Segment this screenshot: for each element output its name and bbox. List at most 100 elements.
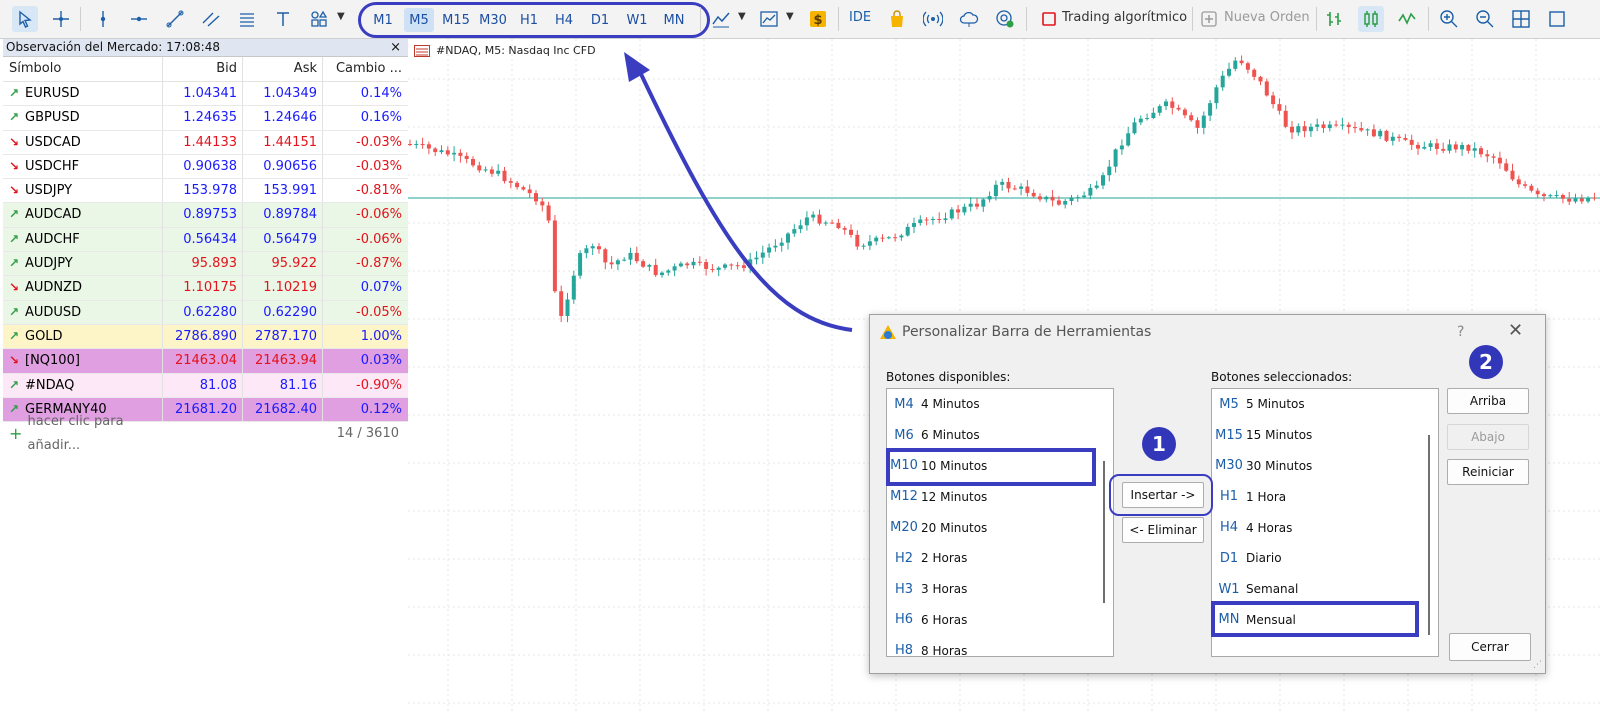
list-item[interactable]: H3 3 Horas (887, 574, 1113, 605)
tile-windows-icon[interactable] (1508, 6, 1534, 32)
list-item[interactable]: M20 20 Minutos (887, 512, 1113, 543)
market-watch-row[interactable]: ↘ USDCHF 0.90638 0.90656 -0.03% (3, 154, 409, 180)
list-item[interactable]: H2 2 Horas (887, 543, 1113, 574)
market-watch-row[interactable]: ↗ GBPUSD 1.24635 1.24646 0.16% (3, 106, 409, 131)
candle-body (981, 199, 986, 207)
more-tools-icon[interactable] (1544, 6, 1570, 32)
bid-value: 21681.20 (163, 397, 243, 422)
close-button[interactable]: Cerrar (1449, 633, 1531, 661)
market-watch-row[interactable]: ↗ AUDJPY 95.893 95.922 -0.87% (3, 252, 409, 277)
shapes-icon[interactable] (306, 6, 332, 32)
horizontal-line-icon[interactable] (126, 6, 152, 32)
symbol-cell: ↘ [NQ100] (3, 349, 163, 373)
timeframe-m1[interactable]: M1 (369, 8, 397, 32)
network-globe-icon[interactable] (992, 6, 1018, 32)
candle-body (1460, 144, 1465, 150)
market-watch-row[interactable]: ↘ USDJPY 153.978 153.991 -0.81% (3, 179, 409, 204)
timeframe-m30[interactable]: M30 (476, 8, 510, 32)
column-symbol[interactable]: Símbolo (3, 57, 163, 81)
market-watch-row[interactable]: ↗ AUDCAD 0.89753 0.89784 -0.06% (3, 203, 409, 228)
column-change[interactable]: Cambio ... (323, 57, 408, 81)
market-watch-row[interactable]: ↗ EURUSD 1.04341 1.04349 0.14% (3, 82, 409, 107)
list-item[interactable]: H6 6 Horas (887, 605, 1113, 636)
selected-scrollbar[interactable] (1428, 435, 1430, 635)
zoom-in-icon[interactable] (1436, 6, 1462, 32)
candlestick-icon[interactable] (1358, 6, 1384, 32)
vps-cloud-icon[interactable] (956, 6, 982, 32)
symbol-cell: ↘ USDCAD (3, 130, 163, 154)
down-button[interactable]: Abajo (1447, 424, 1529, 450)
list-item[interactable]: M15 15 Minutos (1212, 420, 1438, 451)
new-order-icon[interactable] (1196, 6, 1222, 32)
remove-button[interactable]: <- Eliminar (1122, 517, 1204, 543)
vertical-line-icon[interactable] (90, 6, 116, 32)
list-item[interactable]: M30 30 Minutos (1212, 451, 1438, 482)
chart-template-icon[interactable] (756, 6, 782, 32)
algo-trading-icon[interactable] (1036, 6, 1062, 32)
channel-icon[interactable] (198, 6, 224, 32)
add-symbol-label[interactable]: hacer clic para añadir... (28, 410, 169, 458)
market-watch-row[interactable]: ↘ USDCAD 1.44133 1.44151 -0.03% (3, 130, 409, 155)
zoom-out-icon[interactable] (1472, 6, 1498, 32)
change-value: -0.05% (356, 304, 402, 320)
ide-button[interactable]: IDE (849, 10, 871, 25)
help-icon[interactable]: ? (1457, 324, 1464, 340)
close-icon[interactable]: × (390, 39, 401, 56)
market-watch-header: Símbolo Bid Ask Cambio ... (3, 57, 409, 82)
candle-body (464, 155, 469, 159)
template-dropdown-icon[interactable]: ▼ (786, 11, 794, 22)
candle-body (1208, 103, 1213, 116)
list-item[interactable]: H8 8 Horas (887, 635, 1113, 656)
bar-chart-icon[interactable] (1321, 6, 1347, 32)
algo-trading-button[interactable]: Trading algorítmico (1062, 10, 1187, 25)
text-icon[interactable] (270, 6, 296, 32)
indicator-icon[interactable] (708, 6, 734, 32)
market-watch-row[interactable]: ↘ [NQ100] 21463.04 21463.94 0.03% (3, 349, 409, 374)
signals-icon[interactable] (920, 6, 946, 32)
available-buttons-list[interactable]: M4 4 Minutos M6 6 Minutos M10 10 Minutos M12 12… (886, 388, 1114, 657)
timeframe-m15[interactable]: M15 (440, 8, 472, 32)
list-item[interactable]: H4 4 Horas (1212, 512, 1438, 543)
market-watch-row[interactable]: ↗ GOLD 2786.890 2787.170 1.00% (3, 324, 409, 350)
up-button[interactable]: Arriba (1447, 388, 1529, 414)
list-item[interactable]: M4 4 Minutos (887, 389, 1113, 420)
trendline-icon[interactable] (162, 6, 188, 32)
shapes-dropdown-icon[interactable]: ▼ (337, 11, 345, 22)
candle-body (1201, 115, 1206, 128)
market-bag-icon[interactable] (884, 6, 910, 32)
new-order-button[interactable]: Nueva Orden (1224, 10, 1310, 25)
dollar-icon[interactable]: $ (805, 6, 831, 32)
timeframe-mn[interactable]: MN (659, 8, 689, 32)
list-item[interactable]: M12 12 Minutos (887, 481, 1113, 512)
available-scrollbar[interactable] (1103, 461, 1105, 603)
timeframe-m5[interactable]: M5 (404, 8, 434, 32)
resize-grip-icon[interactable]: ⋰ (1533, 660, 1542, 670)
timeframe-h1[interactable]: H1 (516, 8, 542, 32)
candle-body (590, 246, 595, 249)
fibonacci-icon[interactable] (234, 6, 260, 32)
timeframe-name: 20 Minutos (921, 520, 988, 535)
indicator-dropdown-icon[interactable]: ▼ (738, 11, 746, 22)
add-symbol-row[interactable]: + hacer clic para añadir... 14 / 3610 (3, 414, 409, 453)
market-watch-row[interactable]: ↗ #NDAQ 81.08 81.16 -0.90% (3, 373, 409, 398)
list-item[interactable]: D1 Diario (1212, 543, 1438, 574)
line-chart-icon[interactable] (1394, 6, 1420, 32)
list-item[interactable]: W1 Semanal (1212, 574, 1438, 605)
market-watch-row[interactable]: ↘ AUDNZD 1.10175 1.10219 0.07% (3, 276, 409, 301)
market-watch-row[interactable]: ↗ AUDUSD 0.62280 0.62290 -0.05% (3, 300, 409, 325)
timeframe-h4[interactable]: H4 (551, 8, 577, 32)
list-item[interactable]: M6 6 Minutos (887, 420, 1113, 451)
list-item[interactable]: H1 1 Hora (1212, 481, 1438, 512)
crosshair-icon[interactable] (48, 6, 74, 32)
timeframe-d1[interactable]: D1 (587, 8, 613, 32)
candle-body (1485, 154, 1490, 157)
timeframe-w1[interactable]: W1 (623, 8, 651, 32)
column-ask[interactable]: Ask (243, 57, 323, 81)
dialog-close-icon[interactable]: ✕ (1508, 320, 1523, 341)
symbol-name: USDJPY (25, 183, 73, 199)
market-watch-row[interactable]: ↗ AUDCHF 0.56434 0.56479 -0.06% (3, 227, 409, 253)
reset-button[interactable]: Reiniciar (1447, 459, 1529, 485)
cursor-icon[interactable] (12, 6, 38, 32)
list-item[interactable]: M5 5 Minutos (1212, 389, 1438, 420)
column-bid[interactable]: Bid (163, 57, 243, 81)
